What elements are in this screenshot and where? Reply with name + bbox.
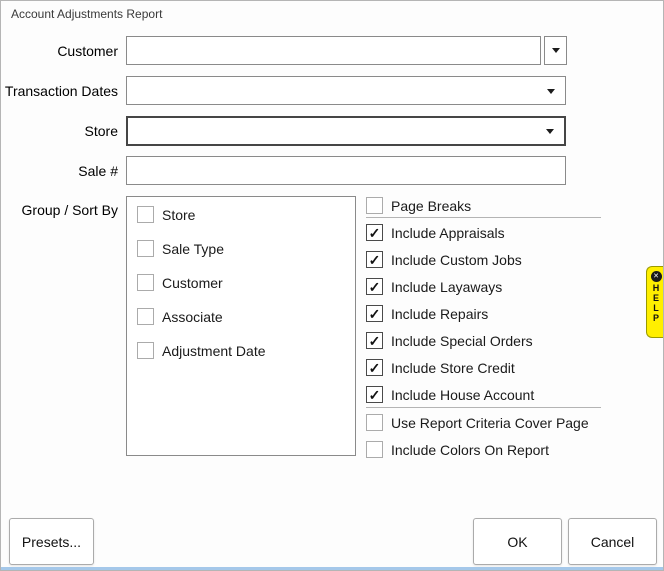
customer-label: Customer [1, 43, 118, 59]
option-page-breaks[interactable]: Page Breaks [366, 197, 471, 214]
checkbox-label: Store [162, 207, 195, 223]
window-title: Account Adjustments Report [11, 7, 162, 21]
option-include-special-orders[interactable]: Include Special Orders [366, 332, 533, 349]
option-include-custom-jobs[interactable]: Include Custom Jobs [366, 251, 522, 268]
sale-number-input[interactable] [129, 158, 563, 183]
account-adjustments-window: Account Adjustments Report Customer Tran… [0, 0, 664, 571]
checkbox[interactable] [137, 274, 154, 291]
checkbox[interactable] [137, 240, 154, 257]
separator [366, 407, 601, 408]
checkbox-label: Include Custom Jobs [391, 252, 522, 268]
checkbox-label: Include Layaways [391, 279, 502, 295]
checkbox[interactable] [366, 332, 383, 349]
checkbox[interactable] [137, 342, 154, 359]
store-label: Store [1, 123, 118, 139]
checkbox[interactable] [366, 278, 383, 295]
checkbox-label: Sale Type [162, 241, 224, 257]
store-combobox[interactable] [126, 116, 566, 146]
option-include-colors-on-report[interactable]: Include Colors On Report [366, 441, 549, 458]
group-sort-option-adjustment-date[interactable]: Adjustment Date [137, 342, 266, 359]
chevron-down-icon[interactable] [546, 129, 554, 134]
checkbox[interactable] [137, 308, 154, 325]
checkbox-label: Include Store Credit [391, 360, 515, 376]
checkbox-label: Include Colors On Report [391, 442, 549, 458]
group-sort-option-associate[interactable]: Associate [137, 308, 223, 325]
presets-button[interactable]: Presets... [9, 518, 94, 565]
customer-input[interactable] [129, 38, 538, 63]
option-use-report-criteria-cover-page[interactable]: Use Report Criteria Cover Page [366, 414, 589, 431]
group-sort-box: Store Sale Type Customer Associate Adjus… [126, 196, 356, 456]
checkbox[interactable] [137, 206, 154, 223]
checkbox[interactable] [366, 197, 383, 214]
close-icon[interactable]: ✕ [651, 271, 662, 282]
checkbox[interactable] [366, 224, 383, 241]
group-sort-option-sale-type[interactable]: Sale Type [137, 240, 224, 257]
checkbox[interactable] [366, 305, 383, 322]
customer-combobox[interactable] [126, 36, 541, 65]
help-tab[interactable]: ✕ HELP [646, 266, 664, 338]
checkbox-label: Associate [162, 309, 223, 325]
sale-number-field[interactable] [126, 156, 566, 185]
transaction-dates-combobox[interactable] [126, 76, 566, 105]
option-include-layaways[interactable]: Include Layaways [366, 278, 502, 295]
group-sort-option-customer[interactable]: Customer [137, 274, 223, 291]
group-sort-label: Group / Sort By [1, 202, 118, 218]
checkbox[interactable] [366, 359, 383, 376]
help-tab-label: HELP [651, 283, 661, 323]
checkbox-label: Adjustment Date [162, 343, 266, 359]
window-bottom-edge [1, 567, 663, 570]
checkbox-label: Use Report Criteria Cover Page [391, 415, 589, 431]
checkbox[interactable] [366, 386, 383, 403]
group-sort-option-store[interactable]: Store [137, 206, 195, 223]
separator [366, 217, 601, 218]
checkbox-label: Page Breaks [391, 198, 471, 214]
checkbox-label: Include Repairs [391, 306, 488, 322]
sale-number-label: Sale # [1, 163, 118, 179]
customer-dropdown-button[interactable] [544, 36, 567, 65]
chevron-down-icon [552, 48, 560, 53]
store-input[interactable] [130, 119, 544, 143]
checkbox[interactable] [366, 251, 383, 268]
checkbox-label: Include Appraisals [391, 225, 505, 241]
checkbox-label: Include Special Orders [391, 333, 533, 349]
option-include-house-account[interactable]: Include House Account [366, 386, 534, 403]
cancel-button[interactable]: Cancel [568, 518, 657, 565]
checkbox[interactable] [366, 414, 383, 431]
transaction-dates-label: Transaction Dates [1, 83, 118, 99]
option-include-repairs[interactable]: Include Repairs [366, 305, 488, 322]
option-include-appraisals[interactable]: Include Appraisals [366, 224, 505, 241]
checkbox-label: Include House Account [391, 387, 534, 403]
transaction-dates-input[interactable] [129, 78, 545, 103]
checkbox-label: Customer [162, 275, 223, 291]
checkbox[interactable] [366, 441, 383, 458]
ok-button[interactable]: OK [473, 518, 562, 565]
option-include-store-credit[interactable]: Include Store Credit [366, 359, 515, 376]
chevron-down-icon[interactable] [547, 89, 555, 94]
